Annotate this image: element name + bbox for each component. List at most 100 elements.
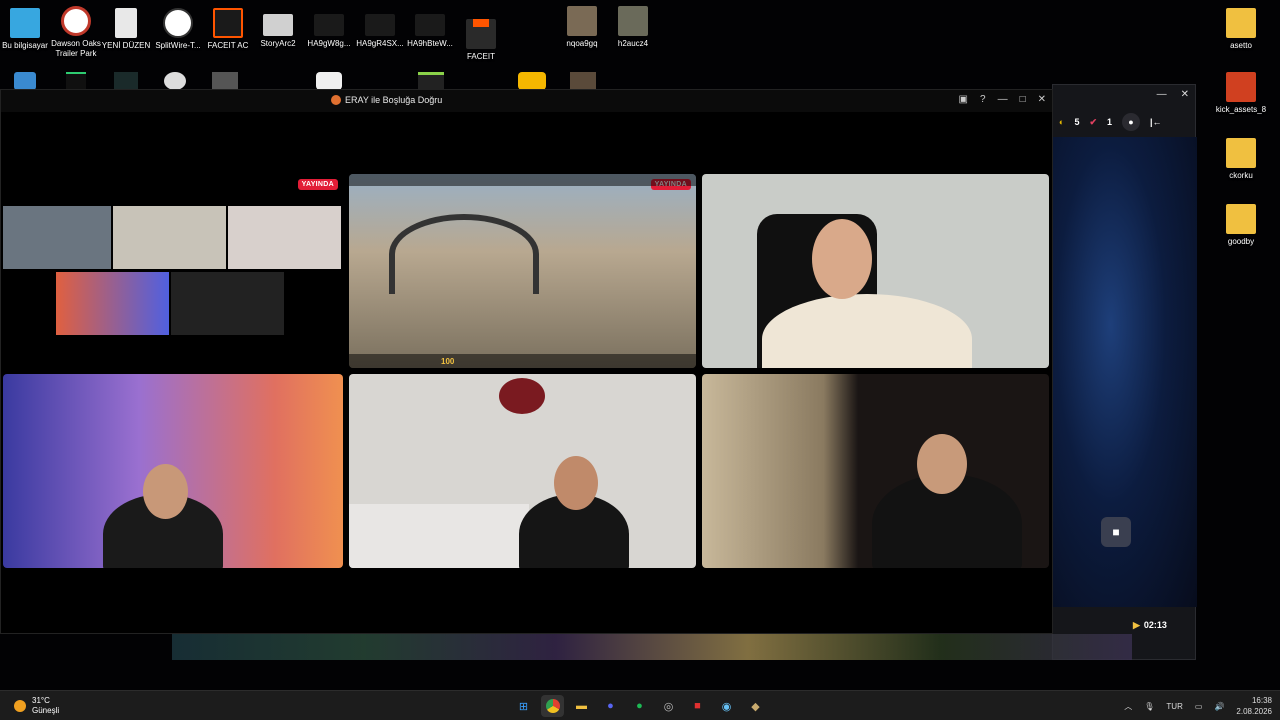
microphone-icon[interactable]: 🎙 <box>1144 702 1154 711</box>
person-head <box>143 464 188 519</box>
video-tile-game[interactable]: YAYINDA 100 <box>349 174 696 368</box>
image-thumbnail-icon <box>263 14 293 36</box>
app-icon[interactable] <box>570 72 596 90</box>
main-window[interactable]: ERAY ile Boşluğa Doğru ▣ ? — □ ✕ YAYINDA… <box>0 89 1053 634</box>
window-title: ERAY ile Boşluğa Doğru <box>331 95 442 105</box>
desktop-icon-asetto[interactable]: asetto <box>1204 8 1278 51</box>
spotify-icon[interactable]: ● <box>628 695 651 717</box>
steering-wheel-icon[interactable]: ◎ <box>657 695 680 717</box>
desktop-icon-h2aucz4[interactable]: h2aucz4 <box>596 6 670 49</box>
window-title-text: ERAY ile Boşluğa Doğru <box>345 95 443 105</box>
minimize-icon[interactable]: — <box>998 94 1008 105</box>
chevron-up-icon[interactable]: ︿ <box>1124 701 1132 712</box>
taskbar: 31°C Güneşli ⊞ ▬ ● ● ◎ ■ ◉ ◆ ︿ 🎙 TUR ▭ 🔊… <box>0 690 1280 720</box>
app-icon[interactable] <box>316 72 342 90</box>
steam-icon[interactable]: ◉ <box>715 695 738 717</box>
video-timer: ▶ 02:13 <box>1133 615 1183 635</box>
mini-cam <box>113 206 226 269</box>
rank-icon: ✔ <box>1089 116 1097 127</box>
desktop-icon-kick-assets[interactable]: kick_assets_8 <box>1204 72 1278 115</box>
desktop-icon-label: nqoa9gq <box>566 39 598 48</box>
desktop-icon-goodby[interactable]: goodby <box>1204 204 1278 247</box>
person-head <box>917 434 967 494</box>
app-icon[interactable] <box>418 72 444 90</box>
photo-icon <box>567 6 597 36</box>
folder-icon <box>1226 204 1256 234</box>
photo-icon <box>618 6 648 36</box>
start-button[interactable]: ⊞ <box>512 695 535 717</box>
app-icon[interactable] <box>212 72 238 90</box>
rank-count: 1 <box>1107 117 1113 127</box>
window-controls: ▣ ? — □ ✕ <box>959 94 1046 105</box>
background-window[interactable]: — ✕ ◐ 5 ✔ 1 ● |← ■ ▶ 02:13 <box>1052 84 1197 660</box>
weather-condition: Güneşli <box>32 706 60 715</box>
collapse-icon[interactable]: |← <box>1150 117 1162 127</box>
clock[interactable]: 16:38 2.08.2026 <box>1236 695 1272 717</box>
desktop: Bu bilgisayar Dawson Oaks Trailer Park Y… <box>0 0 1280 690</box>
person-head <box>554 456 598 510</box>
weather-widget[interactable]: 31°C Güneşli <box>14 696 59 716</box>
picture-in-picture-icon[interactable]: ▣ <box>959 94 968 105</box>
main-window-titlebar: ERAY ile Boşluğa Doğru ▣ ? — □ ✕ <box>1 90 1052 112</box>
desktop-icon-faceit[interactable]: FACEIT <box>444 8 518 62</box>
system-tray: ︿ 🎙 TUR ▭ 🔊 16:38 2.08.2026 <box>1124 695 1272 717</box>
desktop-icon-row2 <box>14 72 596 90</box>
live-badge: YAYINDA <box>297 179 338 190</box>
app-icon[interactable] <box>518 72 546 90</box>
coin-count: 5 <box>1074 117 1080 127</box>
maximize-icon[interactable]: □ <box>1020 94 1026 105</box>
mini-cam <box>228 206 341 269</box>
desktop-icon-label: goodby <box>1227 237 1255 246</box>
no-entry-icon <box>61 6 91 36</box>
app-icon[interactable] <box>66 72 86 90</box>
video-time: 02:13 <box>1143 620 1167 630</box>
user-avatar-icon[interactable]: ● <box>1122 113 1141 131</box>
background-window-titlebar: — ✕ <box>1053 85 1195 103</box>
file-explorer-icon[interactable]: ▬ <box>570 695 593 717</box>
coin-icon: ◐ <box>1059 117 1065 127</box>
display-icon[interactable]: ▭ <box>1195 702 1203 711</box>
app-icon[interactable] <box>164 72 186 90</box>
image-thumbnail-icon <box>314 14 344 36</box>
mini-cam <box>3 206 111 269</box>
document-icon <box>115 8 137 38</box>
discord-icon[interactable]: ● <box>599 695 622 717</box>
wall-logo <box>499 378 545 414</box>
mini-cam <box>56 272 169 335</box>
background-banner-strip <box>172 634 1132 660</box>
video-tile-streamer-4[interactable] <box>702 374 1049 568</box>
desktop-icon-label: FACEIT <box>466 52 495 61</box>
chrome-icon[interactable] <box>541 695 564 717</box>
volume-icon[interactable]: 🔊 <box>1214 702 1224 711</box>
bed <box>349 504 529 568</box>
faceit-ac-icon <box>213 8 243 38</box>
hud-health: 100 <box>441 357 455 366</box>
recorder-icon[interactable]: ■ <box>686 695 709 717</box>
league-icon[interactable]: ◆ <box>744 695 767 717</box>
temperature: 31°C <box>32 696 50 705</box>
monitor-icon <box>10 8 40 38</box>
desktop-icon-label: asetto <box>1230 41 1252 50</box>
game-hud-bar <box>349 174 696 186</box>
background-window-toolbar: ◐ 5 ✔ 1 ● |← <box>1059 111 1191 133</box>
video-tile-streamer-3[interactable] <box>349 374 696 568</box>
minimize-icon[interactable]: — <box>1157 89 1167 100</box>
desktop-icon-ckorku[interactable]: ckorku <box>1204 138 1278 181</box>
video-tile-streamer-1[interactable] <box>702 174 1049 368</box>
video-tile-multicam[interactable]: YAYINDA <box>1 174 343 368</box>
close-icon[interactable]: ✕ <box>1181 89 1189 100</box>
help-icon[interactable]: ? <box>980 94 986 105</box>
mini-cam <box>171 272 284 335</box>
app-icon[interactable] <box>14 72 36 90</box>
play-icon[interactable]: ▶ <box>1133 620 1140 631</box>
language-indicator[interactable]: TUR <box>1166 702 1182 711</box>
desktop-icon-label: ckorku <box>1229 171 1253 180</box>
app-icon[interactable] <box>114 72 138 90</box>
desktop-icon-label: kick_assets_8 <box>1215 105 1267 114</box>
camera-button[interactable]: ■ <box>1101 517 1131 547</box>
video-tile-streamer-2[interactable] <box>3 374 343 568</box>
globe-icon <box>163 8 193 38</box>
folder-icon <box>1226 8 1256 38</box>
image-thumbnail-icon <box>365 14 395 36</box>
close-icon[interactable]: ✕ <box>1038 94 1046 105</box>
